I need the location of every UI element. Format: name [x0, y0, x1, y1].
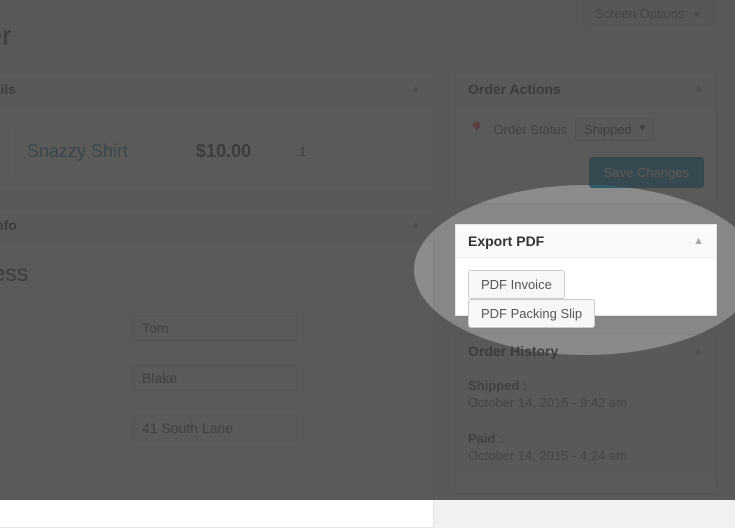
billing-address-heading: ling Address	[0, 260, 421, 287]
order-history-panel: Order History ▲ Shipped : October 14, 20…	[455, 334, 717, 494]
order-actions-title: Order Actions	[468, 81, 561, 97]
export-pdf-title: Export PDF	[468, 233, 544, 249]
order-details-panel: er Details ▲ Snazzy Shirt $10.00 1	[0, 72, 434, 192]
order-actions-header[interactable]: Order Actions ▲	[456, 73, 716, 106]
address1-field[interactable]	[133, 415, 298, 441]
order-details-title: er Details	[0, 81, 16, 97]
pdf-invoice-button[interactable]: PDF Invoice	[468, 270, 565, 299]
page-title: Order	[0, 20, 12, 52]
customer-info-header[interactable]: omer Info ▲	[0, 209, 433, 242]
collapse-icon: ▲	[693, 83, 704, 95]
last-name-field[interactable]	[133, 365, 298, 391]
screen-options-tab[interactable]: Screen Options ▼	[582, 2, 715, 26]
export-pdf-panel: Export PDF ▲ PDF Invoice PDF Packing Sli…	[455, 224, 717, 316]
line-qty: 1	[299, 144, 306, 159]
order-status-select[interactable]: Shipped	[575, 118, 653, 141]
pin-icon: 📍	[468, 121, 485, 138]
first-name-field[interactable]	[133, 315, 298, 341]
line-price: $10.00	[196, 141, 251, 162]
last-name-label: Name	[0, 370, 133, 386]
order-history-title: Order History	[468, 343, 558, 359]
customer-info-title: omer Info	[0, 217, 17, 233]
collapse-icon: ▲	[693, 235, 704, 247]
save-changes-button[interactable]: Save Changes	[589, 157, 704, 188]
product-thumbnail	[0, 126, 9, 176]
order-actions-panel: Order Actions ▲ 📍 Order Status Shipped ▼…	[455, 72, 717, 204]
history-item-label: Paid :	[468, 431, 704, 446]
order-details-header[interactable]: er Details ▲	[0, 73, 433, 106]
history-item-timestamp: October 14, 2015 - 9:42 am	[468, 395, 704, 410]
history-item: Shipped : October 14, 2015 - 9:42 am	[456, 368, 716, 421]
order-details-body: Snazzy Shirt $10.00 1	[0, 106, 433, 196]
collapse-icon: ▲	[410, 219, 421, 231]
screen-options-label: Screen Options	[595, 6, 685, 21]
product-link[interactable]: Snazzy Shirt	[27, 141, 128, 162]
chevron-down-icon: ▼	[692, 10, 702, 21]
first-name-label: t Name	[0, 320, 133, 336]
customer-info-panel: omer Info ▲ ling Address t Name Name res…	[0, 208, 434, 528]
collapse-icon: ▲	[693, 345, 704, 357]
history-item-label: Shipped :	[468, 378, 704, 393]
history-item-timestamp: October 14, 2015 - 4:24 am	[468, 448, 704, 463]
collapse-icon: ▲	[410, 83, 421, 95]
history-item: Paid : October 14, 2015 - 4:24 am	[456, 421, 716, 473]
pdf-packing-slip-button[interactable]: PDF Packing Slip	[468, 299, 595, 328]
export-pdf-header[interactable]: Export PDF ▲	[456, 225, 716, 258]
customer-info-body: ling Address t Name Name ress 1	[0, 242, 433, 477]
order-status-label: Order Status	[493, 122, 567, 137]
address1-label: ress 1	[0, 420, 133, 436]
